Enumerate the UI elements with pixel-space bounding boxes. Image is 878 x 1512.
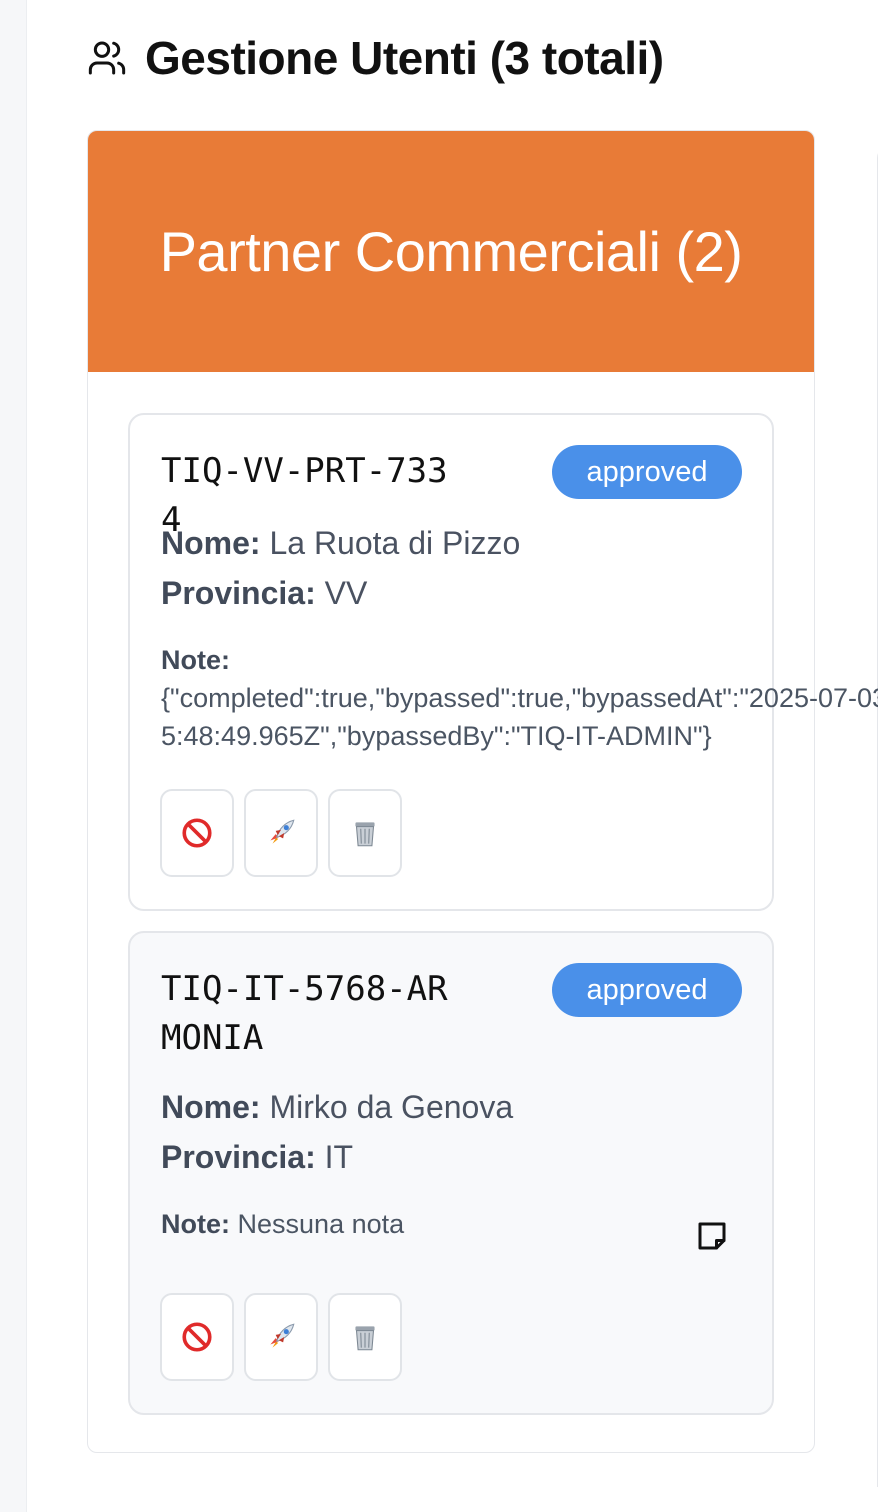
user-name: La Ruota di Pizzo xyxy=(269,525,521,561)
category-title: Partner Commerciali (2) xyxy=(159,219,743,283)
page-title: Gestione Utenti (3 totali) xyxy=(145,32,664,84)
user-province-field: Provincia: IT xyxy=(161,1139,353,1176)
category-header: Partner Commerciali (2) xyxy=(88,131,814,372)
edit-note-button[interactable] xyxy=(692,1218,732,1258)
delete-user-button[interactable] xyxy=(328,1293,402,1381)
user-note: Note: {"completed":true,"bypassed":true,… xyxy=(161,641,878,755)
left-sidebar-edge xyxy=(0,0,27,1512)
trash-icon xyxy=(348,816,382,850)
name-label: Nome: xyxy=(161,1089,261,1125)
users-icon xyxy=(87,38,127,78)
note-text: {"completed":true,"bypassed":true,"bypas… xyxy=(161,683,878,751)
user-id: TIQ-IT-5768-ARMONIA xyxy=(161,969,448,1058)
block-user-button[interactable] xyxy=(160,1293,234,1381)
user-name: Mirko da Genova xyxy=(269,1089,514,1125)
province-label: Provincia: xyxy=(161,1139,316,1175)
province-label: Provincia: xyxy=(161,575,316,611)
page-header: Gestione Utenti (3 totali) xyxy=(87,30,664,86)
trash-icon xyxy=(348,1320,382,1354)
user-name-field: Nome: La Ruota di Pizzo xyxy=(161,525,520,562)
main-content: Gestione Utenti (3 totali) Partner Comme… xyxy=(27,0,878,1512)
rocket-icon xyxy=(264,816,298,850)
user-actions xyxy=(160,789,402,877)
user-card: TIQ-VV-PRT-7334 approved Nome: La Ruota … xyxy=(128,413,878,911)
user-province: VV xyxy=(324,575,368,611)
user-name-field: Nome: Mirko da Genova xyxy=(161,1089,513,1126)
note-label: Note: xyxy=(161,1209,230,1239)
block-icon xyxy=(180,1320,214,1354)
user-province: IT xyxy=(324,1139,354,1175)
user-note: Note: Nessuna nota xyxy=(161,1205,661,1243)
user-card: TIQ-IT-5768-ARMONIA approved Nome: Mirko… xyxy=(128,931,774,1415)
note-text: Nessuna nota xyxy=(237,1209,405,1239)
name-label: Nome: xyxy=(161,525,261,561)
user-province-field: Provincia: VV xyxy=(161,575,367,612)
note-label: Note: xyxy=(161,645,230,675)
rocket-icon xyxy=(264,1320,298,1354)
delete-user-button[interactable] xyxy=(328,789,402,877)
category-panel-partner: Partner Commerciali (2) TIQ-VV-PRT-7334 … xyxy=(87,130,878,1453)
promote-user-button[interactable] xyxy=(244,789,318,877)
status-badge: approved xyxy=(552,963,742,1017)
note-icon xyxy=(694,1218,730,1259)
block-icon xyxy=(180,816,214,850)
block-user-button[interactable] xyxy=(160,789,234,877)
promote-user-button[interactable] xyxy=(244,1293,318,1381)
status-badge: approved xyxy=(552,445,742,499)
user-actions xyxy=(160,1293,402,1381)
